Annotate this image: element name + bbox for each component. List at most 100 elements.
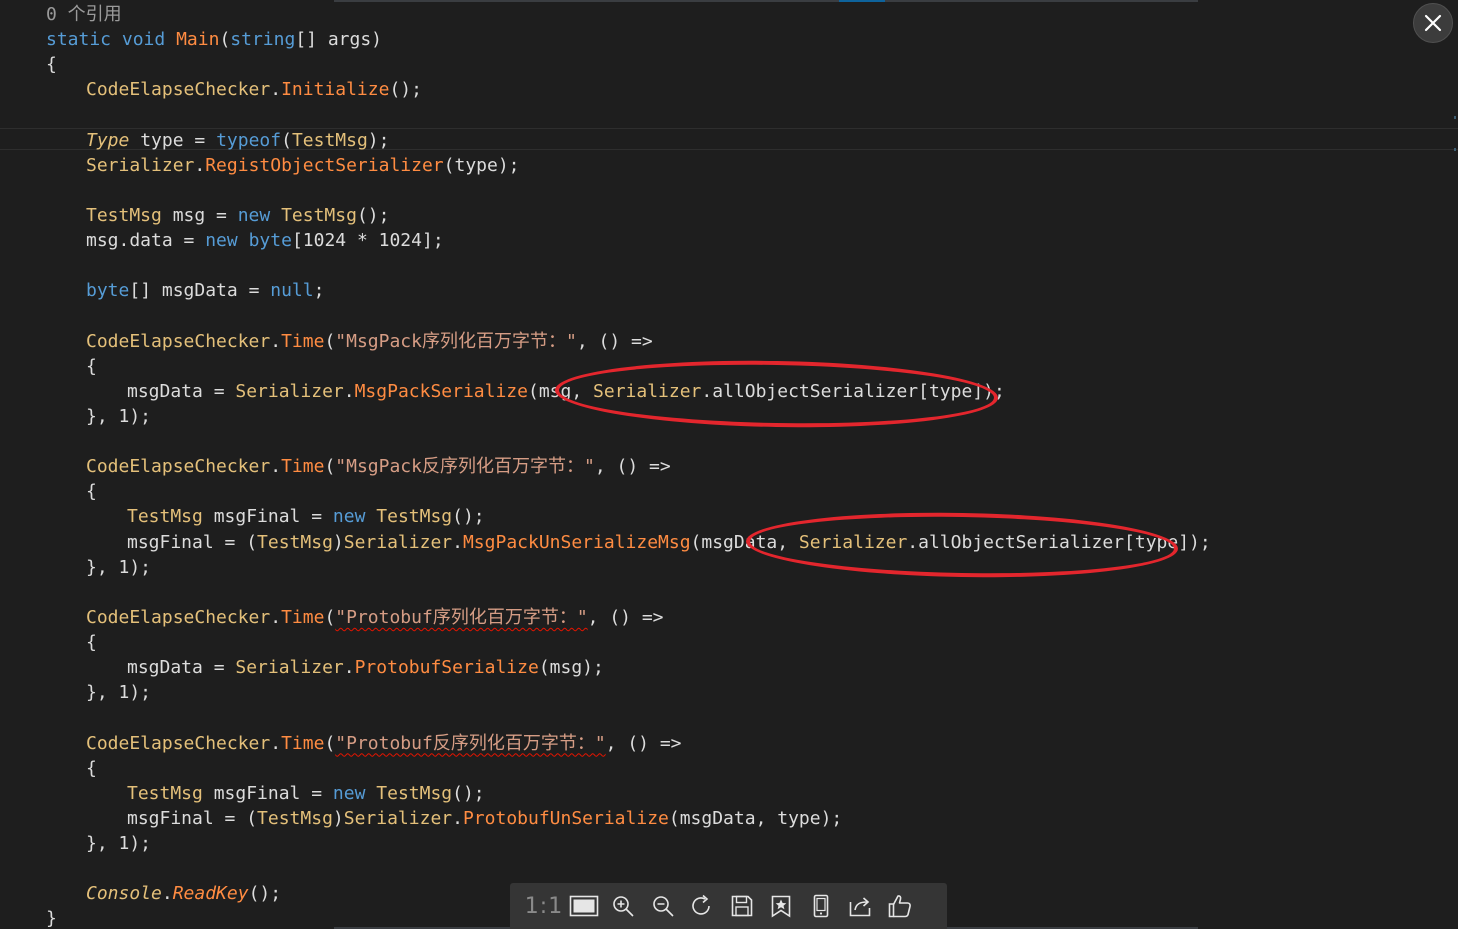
code-line[interactable]: static void Main(string[] args) [46, 27, 382, 52]
fit-window-button[interactable] [564, 883, 604, 929]
code-line[interactable]: { [46, 52, 57, 77]
code-token: Console [86, 883, 162, 905]
code-line[interactable]: }, 1); [86, 831, 151, 856]
code-line[interactable]: }, 1); [86, 680, 151, 705]
code-line[interactable]: { [86, 756, 97, 781]
code-line[interactable]: CodeElapseChecker.Time("Protobuf序列化百万字节：… [86, 605, 664, 630]
code-token: Serializer [343, 807, 453, 829]
code-token: TestMsg [257, 531, 333, 553]
code-line[interactable]: Console.ReadKey(); [86, 881, 281, 906]
code-token: msg = [161, 205, 238, 226]
code-token: ( [324, 732, 336, 754]
code-line[interactable]: TestMsg msgFinal = new TestMsg(); [127, 504, 485, 529]
share-button[interactable] [841, 883, 881, 929]
code-token: }, 1); [86, 556, 152, 578]
code-line[interactable]: CodeElapseChecker.Time("MsgPack反序列化百万字节：… [86, 454, 671, 479]
code-line[interactable]: TestMsg msg = new TestMsg(); [86, 203, 389, 228]
code-line[interactable]: Type type = typeof(TestMsg); [86, 128, 389, 153]
zoom-ratio-label: 1:1 [524, 893, 564, 919]
code-token: (type); [443, 154, 520, 176]
favorite-button[interactable] [762, 883, 802, 929]
code-line[interactable]: byte[] msgData = null; [86, 278, 324, 303]
code-token: { [86, 481, 97, 503]
code-token: TestMsg [86, 205, 162, 226]
zoom-in-button[interactable] [604, 883, 644, 929]
zoom-out-button[interactable] [643, 883, 683, 929]
code-token: TestMsg [127, 506, 203, 528]
code-token: . [270, 606, 282, 628]
code-line[interactable]: { [86, 479, 97, 504]
code-token: Main [176, 29, 220, 51]
code-token: byte [86, 280, 130, 302]
code-token: . [161, 883, 173, 905]
code-line[interactable]: CodeElapseChecker.Time("Protobuf反序列化百万字节… [86, 731, 682, 756]
code-line[interactable]: CodeElapseChecker.Initialize(); [86, 77, 422, 102]
code-token: msgFinal = [202, 506, 333, 528]
code-line[interactable]: { [86, 354, 97, 379]
red-circle-annotation-2 [745, 509, 1179, 581]
save-button[interactable] [722, 883, 762, 929]
send-to-phone-button[interactable] [801, 883, 841, 929]
code-token: (); [452, 506, 485, 528]
code-line[interactable]: CodeElapseChecker.Time("MsgPack序列化百万字节："… [86, 329, 653, 354]
code-token: (msg); [538, 657, 604, 679]
code-line[interactable]: } [46, 906, 57, 929]
fit-window-icon [569, 894, 599, 918]
code-token: (); [389, 79, 422, 101]
code-token: "MsgPack序列化百万字节：" [335, 330, 577, 352]
code-token: }, 1); [86, 833, 152, 854]
code-token: Serializer [235, 657, 344, 679]
top-scrollbar[interactable] [334, 0, 1198, 2]
code-token: CodeElapseChecker [86, 456, 271, 478]
code-line[interactable]: { [86, 630, 97, 655]
code-token: typeof [216, 129, 282, 151]
code-token: TestMsg [257, 807, 333, 829]
code-line[interactable]: TestMsg msgFinal = new TestMsg(); [127, 781, 485, 806]
code-token: { [86, 757, 97, 779]
code-line[interactable]: }, 1); [86, 404, 151, 429]
code-token: msgFinal = [202, 782, 333, 804]
code-line[interactable]: msgFinal = (TestMsg)Serializer.ProtobufU… [127, 806, 842, 831]
code-token: ( [281, 129, 292, 151]
top-scrollbar-thumb[interactable] [839, 0, 885, 2]
code-token: void [121, 29, 166, 51]
code-token: CodeElapseChecker [86, 79, 271, 101]
code-line[interactable]: }, 1); [86, 555, 151, 580]
code-token: MsgPackUnSerializeMsg [462, 531, 691, 553]
code-token: }, 1); [86, 682, 152, 704]
code-token: ProtobufUnSerialize [462, 807, 669, 829]
code-token: TestMsg [281, 205, 357, 226]
code-token: type = [129, 129, 217, 151]
code-line[interactable]: msgData = Serializer.ProtobufSerialize(m… [127, 655, 604, 680]
code-token: ReadKey [172, 883, 249, 905]
rotate-button[interactable] [683, 883, 723, 929]
code-line[interactable]: Serializer.RegistObjectSerializer(type); [86, 153, 520, 178]
code-token: { [46, 54, 57, 76]
code-token: Serializer [343, 531, 453, 553]
close-button[interactable] [1413, 3, 1453, 43]
code-editor[interactable]: 0 个引用 static void Main(string[] args){Cod… [0, 0, 1458, 929]
code-token: Time [281, 732, 325, 754]
code-token: (); [356, 205, 390, 226]
code-token: . [270, 456, 282, 478]
code-token: [] msgData = [129, 280, 271, 302]
code-token: (); [452, 782, 485, 804]
like-button[interactable] [880, 883, 920, 929]
favorite-icon [769, 894, 793, 918]
code-token: byte [248, 230, 292, 252]
save-icon [730, 894, 754, 918]
code-token: . [270, 79, 282, 101]
code-line[interactable]: msg.data = new byte[1024 * 1024]; [86, 228, 444, 253]
code-line[interactable]: 0 个引用 [46, 2, 122, 27]
code-token: Initialize [281, 79, 390, 101]
actual-size-button[interactable]: 1:1 [524, 883, 564, 929]
code-token: CodeElapseChecker [86, 732, 271, 754]
code-token: ) [332, 807, 344, 829]
code-token: }, 1); [86, 405, 152, 427]
code-token: string [230, 29, 296, 51]
code-token: Time [281, 330, 325, 352]
code-token: "MsgPack反序列化百万字节：" [335, 456, 595, 478]
